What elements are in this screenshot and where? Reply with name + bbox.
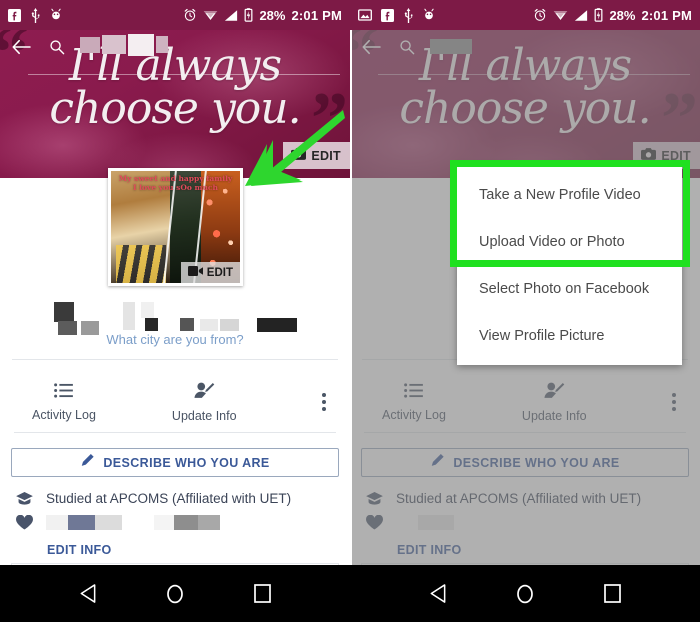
signal-icon xyxy=(574,9,588,22)
status-bar-right-icons-right: 28% 2:01 PM xyxy=(533,8,692,23)
profile-photo-caption: My sweet and happy family I love you sOo… xyxy=(118,174,233,193)
profile-picture-edit-button[interactable]: EDIT xyxy=(180,262,240,283)
left-phone-screen: 28% 2:01 PM “ ” I'll always choose you. xyxy=(0,0,350,565)
home-circle-icon[interactable] xyxy=(513,582,537,606)
education-info-row: Studied at APCOMS (Affiliated with UET) xyxy=(14,491,336,506)
activity-log-label: Activity Log xyxy=(32,407,96,422)
usb-icon xyxy=(30,7,41,23)
describe-who-you-are-button[interactable]: DESCRIBE WHO YOU ARE xyxy=(11,448,339,477)
signal-icon xyxy=(224,9,238,22)
alarm-icon xyxy=(533,8,547,22)
menu-item-view-profile-picture[interactable]: View Profile Picture xyxy=(457,312,682,359)
profile-name-area: What city are you from? xyxy=(0,300,350,360)
profile-picture-options-menu: Take a New Profile Video Upload Video or… xyxy=(457,165,682,365)
back-triangle-icon[interactable] xyxy=(76,582,100,606)
menu-item-select-photo-on-facebook[interactable]: Select Photo on Facebook xyxy=(457,265,682,312)
camera-icon xyxy=(291,148,307,163)
describe-label: DESCRIBE WHO YOU ARE xyxy=(103,455,270,470)
education-text: Studied at APCOMS (Affiliated with UET) xyxy=(46,491,292,506)
edit-profile-icon xyxy=(193,382,215,404)
graduation-cap-icon xyxy=(14,492,34,505)
right-phone-screen: 28% 2:01 PM “ ” I'll always choose you. xyxy=(350,0,700,565)
battery-percent: 28% xyxy=(259,7,286,23)
usb-icon xyxy=(403,7,414,23)
edit-info-link[interactable]: EDIT INFO xyxy=(47,543,112,557)
update-info-label: Update Info xyxy=(171,408,237,423)
list-icon xyxy=(54,382,74,403)
cover-edit-button[interactable]: EDIT xyxy=(283,142,350,169)
android-debug-icon xyxy=(423,8,435,22)
facebook-icon xyxy=(381,8,394,22)
status-bar-left: 28% 2:01 PM xyxy=(0,0,350,30)
kebab-menu-icon[interactable] xyxy=(322,393,326,411)
search-icon[interactable] xyxy=(46,36,68,58)
update-info-button[interactable]: Update Info xyxy=(172,382,237,423)
profile-action-row: Activity Log Update Info xyxy=(0,378,350,426)
divider-2 xyxy=(14,432,336,433)
relationship-info-row xyxy=(14,515,336,530)
divider xyxy=(12,359,338,360)
profile-name-redacted xyxy=(0,300,350,335)
profile-picture-edit-label: EDIT xyxy=(206,266,233,279)
heart-icon xyxy=(14,515,34,530)
video-camera-icon xyxy=(187,266,203,279)
status-bar-right-icons: 28% 2:01 PM xyxy=(183,8,342,23)
back-arrow-icon[interactable] xyxy=(10,36,32,58)
battery-charging-icon xyxy=(594,8,603,22)
panel-divider xyxy=(350,0,352,565)
cover-edit-label: EDIT xyxy=(311,148,341,163)
screenshot-root: 28% 2:01 PM “ ” I'll always choose you. xyxy=(0,0,700,622)
nav-buttons-right xyxy=(350,565,700,622)
vpn-icon xyxy=(203,9,218,22)
header-title-redacted xyxy=(80,33,168,56)
back-triangle-icon[interactable] xyxy=(426,582,450,606)
city-prompt-link[interactable]: What city are you from? xyxy=(0,332,350,347)
nav-buttons-left xyxy=(0,565,350,622)
recents-square-icon[interactable] xyxy=(250,582,274,606)
pencil-icon xyxy=(80,454,94,471)
alarm-icon xyxy=(183,8,197,22)
screenshot-image-icon xyxy=(358,9,372,21)
home-circle-icon[interactable] xyxy=(163,582,187,606)
menu-item-upload-video-or-photo[interactable]: Upload Video or Photo xyxy=(457,218,682,265)
recents-square-icon[interactable] xyxy=(600,582,624,606)
menu-item-take-new-profile-video[interactable]: Take a New Profile Video xyxy=(457,171,682,218)
battery-percent: 28% xyxy=(609,7,636,23)
relationship-redacted xyxy=(46,515,220,530)
profile-header-bar xyxy=(0,32,350,62)
activity-log-button[interactable]: Activity Log xyxy=(32,382,96,422)
battery-charging-icon xyxy=(244,8,253,22)
android-debug-icon xyxy=(50,8,62,22)
android-navigation-bar xyxy=(0,565,700,622)
clock-time: 2:01 PM xyxy=(291,7,342,23)
status-bar-left-icons-right xyxy=(358,7,435,23)
clock-time: 2:01 PM xyxy=(641,7,692,23)
status-bar-left-icons xyxy=(8,7,62,23)
vpn-icon xyxy=(553,9,568,22)
profile-picture[interactable]: My sweet and happy family I love you sOo… xyxy=(108,168,243,286)
status-bar-right: 28% 2:01 PM xyxy=(350,0,700,30)
facebook-icon xyxy=(8,8,21,22)
